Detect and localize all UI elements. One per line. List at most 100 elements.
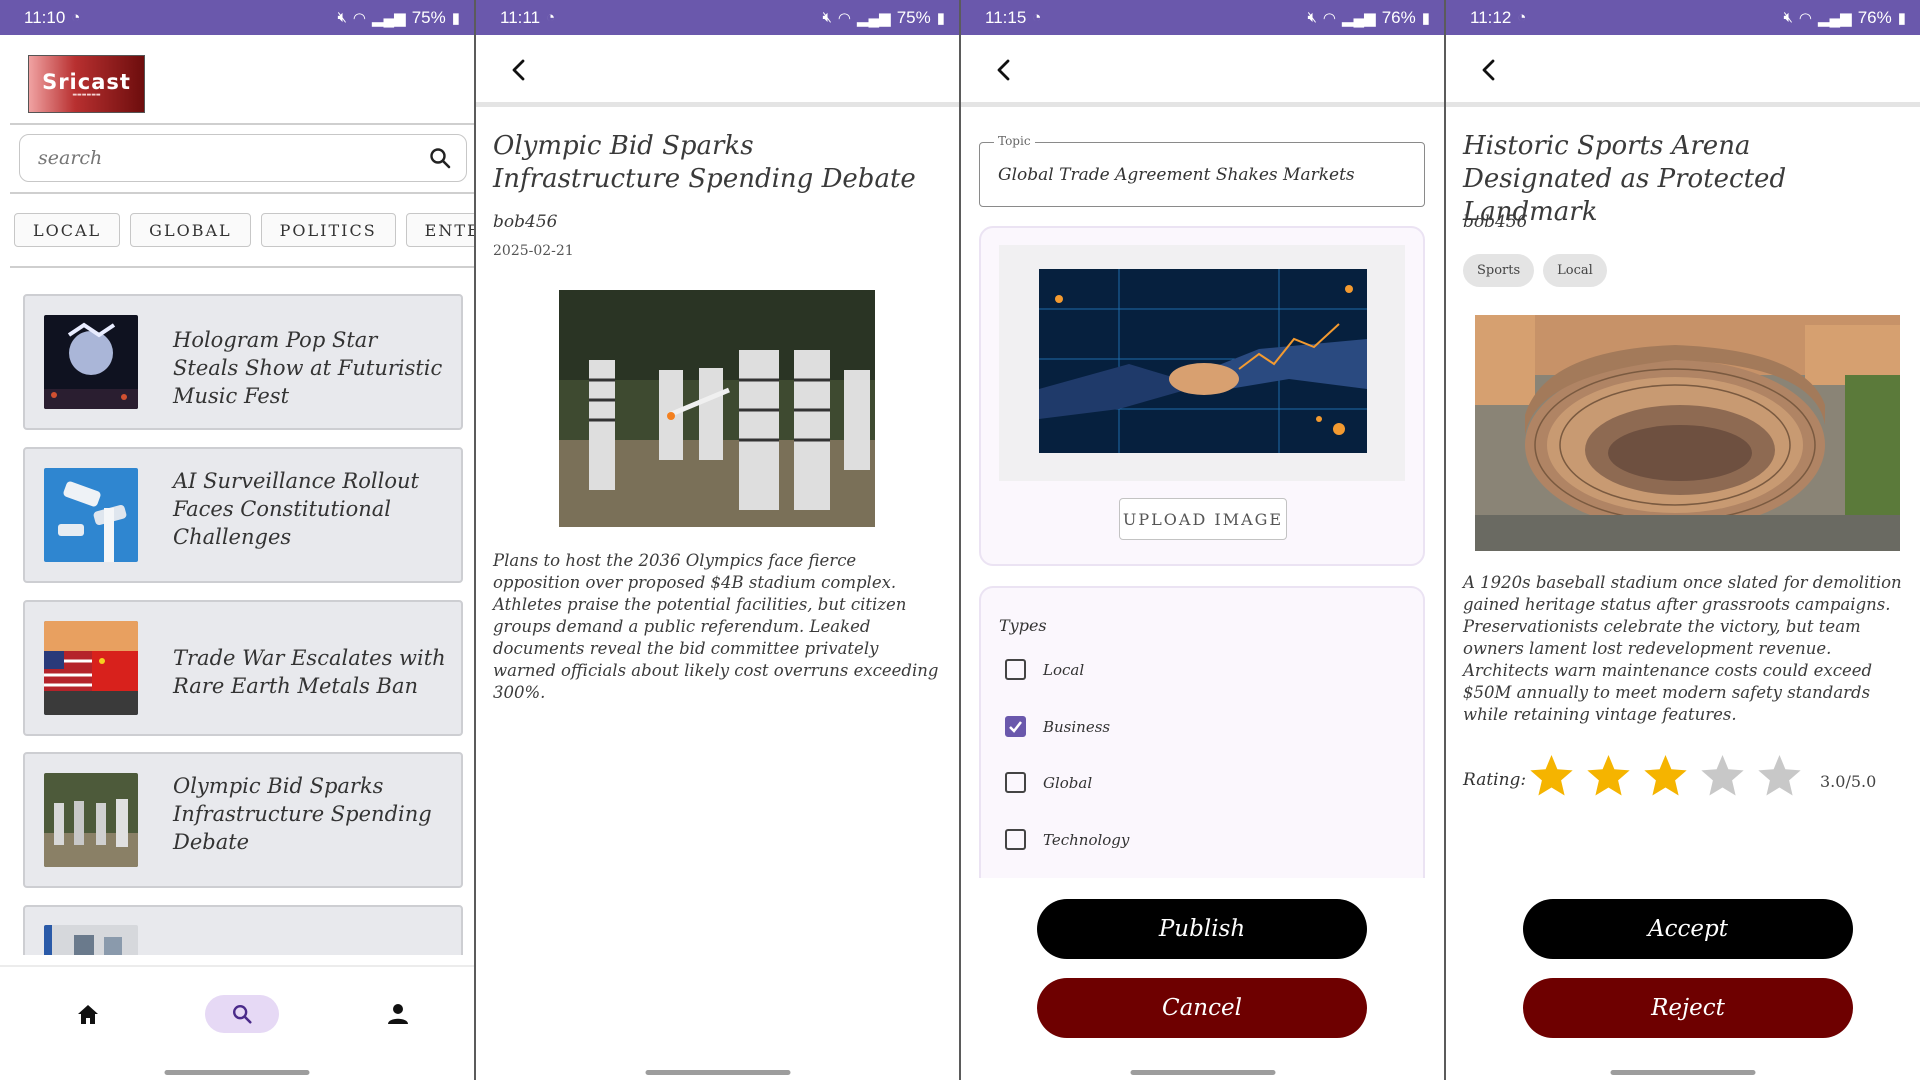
signal-icon: ▂▄▆ xyxy=(857,9,891,27)
star-filled-icon[interactable] xyxy=(1642,752,1689,799)
check-icon xyxy=(1009,721,1022,733)
chip-local[interactable]: LOCAL xyxy=(14,213,121,247)
news-card[interactable]: Hologram Pop Star Steals Show at Futuris… xyxy=(23,294,463,430)
nav-profile[interactable] xyxy=(380,995,416,1033)
news-thumbnail-olympic xyxy=(44,773,138,867)
news-list[interactable]: Hologram Pop Star Steals Show at Futuris… xyxy=(0,270,474,955)
rating-label: Rating: xyxy=(1463,770,1527,790)
topic-field[interactable]: Topic xyxy=(979,134,1425,207)
news-title: AI Surveillance Rollout Faces Constituti… xyxy=(173,469,419,549)
notification-icon: ◔ xyxy=(1517,9,1527,26)
star-empty-icon[interactable] xyxy=(1756,752,1803,799)
publish-button[interactable]: Publish xyxy=(1037,899,1367,959)
status-bar: 11:11 ◔ 🔇︎ ◠ ▂▄▆ 75% ▮ xyxy=(476,0,959,35)
article-date: 2025-02-21 xyxy=(493,243,574,259)
search-icon[interactable] xyxy=(428,146,452,170)
status-bar: 11:15 ◔ 🔇︎ ◠ ▂▄▆ 76% ▮ xyxy=(961,0,1444,35)
wifi-icon: ◠ xyxy=(1798,9,1812,27)
home-indicator xyxy=(1610,1070,1756,1075)
article-image xyxy=(559,290,875,527)
nav-home[interactable] xyxy=(70,995,106,1033)
topic-label: Topic xyxy=(994,134,1035,148)
home-indicator xyxy=(645,1070,790,1075)
news-thumbnail-flags xyxy=(44,621,138,715)
topic-input[interactable] xyxy=(998,165,1408,185)
back-arrow-icon[interactable] xyxy=(989,55,1019,85)
app-logo: Sricast ▬▬▬▬▬▬ xyxy=(28,55,145,113)
news-thumbnail xyxy=(44,925,138,955)
notification-icon: ◔ xyxy=(546,9,556,26)
types-label: Types xyxy=(999,616,1047,635)
checkbox-checked[interactable] xyxy=(1005,716,1026,737)
star-empty-icon[interactable] xyxy=(1699,752,1746,799)
type-option-business[interactable]: Business xyxy=(1005,716,1110,737)
back-arrow-icon[interactable] xyxy=(1474,55,1504,85)
article-body: Plans to host the 2036 Olympics face fie… xyxy=(493,551,939,702)
article-title: Historic Sports Arena Designated as Prot… xyxy=(1463,131,1787,227)
app-bar xyxy=(961,35,1444,107)
logo-text: Sricast xyxy=(42,70,131,94)
reject-button[interactable]: Reject xyxy=(1523,978,1853,1038)
cancel-button[interactable]: Cancel xyxy=(1037,978,1367,1038)
status-time: 11:12 xyxy=(1470,7,1512,27)
search-divider xyxy=(10,192,474,194)
battery-percent: 76% xyxy=(1381,7,1416,27)
type-option-local[interactable]: Local xyxy=(1005,659,1084,680)
news-card[interactable]: AI Surveillance Rollout Faces Constituti… xyxy=(23,447,463,583)
checkbox[interactable] xyxy=(1005,829,1026,850)
back-arrow-icon[interactable] xyxy=(504,55,534,85)
battery-icon: ▮ xyxy=(1421,9,1430,27)
notification-icon: ◔ xyxy=(1032,9,1042,26)
tag-chip: Sports xyxy=(1463,254,1535,287)
search-input[interactable] xyxy=(38,147,398,169)
news-card[interactable] xyxy=(23,905,463,955)
battery-icon: ▮ xyxy=(936,9,945,27)
category-chips: LOCAL GLOBAL POLITICS ENTERTAI xyxy=(14,213,474,247)
chip-politics[interactable]: POLITICS xyxy=(260,213,396,247)
article-body: A 1920s baseball stadium once slated for… xyxy=(1463,573,1902,724)
article-detail-screen: 11:11 ◔ 🔇︎ ◠ ▂▄▆ 75% ▮ Olympic Bid Sparks Inf… xyxy=(476,0,959,1080)
logo-tagline-graphic: ▬▬▬▬▬▬ xyxy=(72,92,101,98)
types-panel: Types Local Business Global Technology xyxy=(979,586,1425,878)
app-bar xyxy=(476,35,959,107)
battery-percent: 76% xyxy=(1857,7,1892,27)
news-card[interactable]: Olympic Bid Sparks Infrastructure Spendi… xyxy=(23,752,463,888)
article-author: bob456 xyxy=(493,212,558,232)
bottom-navigation xyxy=(0,965,474,1060)
star-filled-icon[interactable] xyxy=(1585,752,1632,799)
upload-image-button[interactable]: UPLOAD IMAGE xyxy=(1119,498,1287,540)
app-bar xyxy=(1446,35,1920,107)
news-title: Trade War Escalates with Rare Earth Meta… xyxy=(173,646,446,698)
home-icon xyxy=(78,1005,98,1024)
image-preview-area xyxy=(999,245,1405,481)
chips-divider xyxy=(10,266,474,268)
star-rating[interactable] xyxy=(1528,752,1803,799)
signal-icon: ▂▄▆ xyxy=(1818,9,1852,27)
person-icon xyxy=(388,1004,408,1024)
type-option-label: Business xyxy=(1043,717,1111,736)
type-option-label: Technology xyxy=(1043,830,1130,849)
type-option-global[interactable]: Global xyxy=(1005,772,1092,793)
mute-icon: 🔇︎ xyxy=(1307,9,1317,26)
search-bar[interactable] xyxy=(19,134,467,182)
chip-global[interactable]: GLOBAL xyxy=(130,213,251,247)
accept-button[interactable]: Accept xyxy=(1523,899,1853,959)
battery-icon: ▮ xyxy=(451,9,460,27)
checkbox[interactable] xyxy=(1005,772,1026,793)
article-author: bob456 xyxy=(1463,212,1528,232)
star-filled-icon[interactable] xyxy=(1528,752,1575,799)
nav-search[interactable] xyxy=(205,995,279,1033)
search-icon xyxy=(233,1005,252,1024)
news-thumbnail-hologram xyxy=(44,315,138,409)
rating-value: 3.0/5.0 xyxy=(1820,772,1877,791)
wifi-icon: ◠ xyxy=(352,9,366,27)
tag-list: Sports Local xyxy=(1463,254,1607,287)
status-time: 11:10 xyxy=(24,7,66,27)
home-indicator xyxy=(164,1070,310,1075)
signal-icon: ▂▄▆ xyxy=(1342,9,1376,27)
chip-entertainment[interactable]: ENTERTAI xyxy=(405,213,474,247)
type-option-technology[interactable]: Technology xyxy=(1005,829,1129,850)
news-card[interactable]: Trade War Escalates with Rare Earth Meta… xyxy=(23,600,463,736)
checkbox[interactable] xyxy=(1005,659,1026,680)
news-title: Hologram Pop Star Steals Show at Futuris… xyxy=(173,328,443,408)
